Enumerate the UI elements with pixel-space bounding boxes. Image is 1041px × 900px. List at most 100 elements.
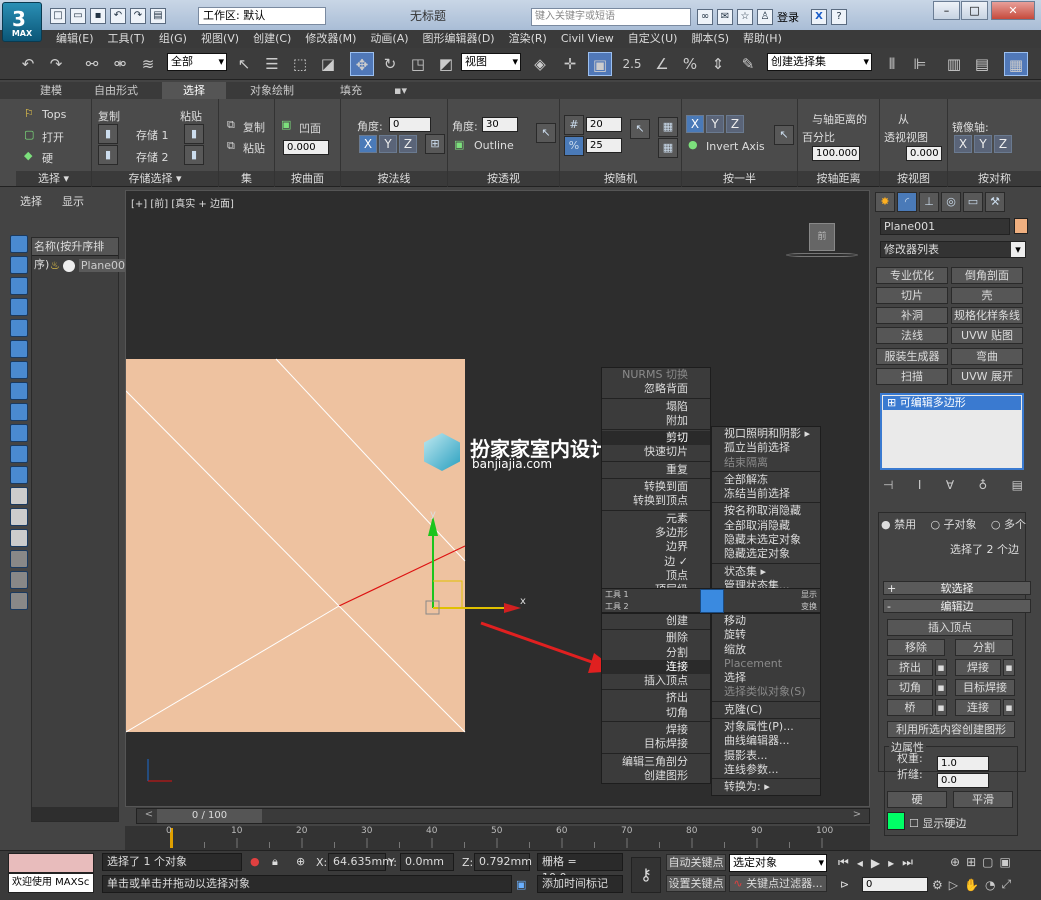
maximize-viewport-icon[interactable]: ⤢ [1001,877,1011,892]
rectangular-selection-icon[interactable]: ⬚ [288,52,312,76]
select-and-move-icon[interactable]: ✥ [350,52,374,76]
add-time-tag[interactable]: 添加时间标记 [537,875,623,893]
x-coordinate-input[interactable]: 64.635mm [328,853,393,871]
quad-item-scale[interactable]: 缩放 [712,643,820,657]
radio-subobject[interactable]: ○ 子对象 [930,516,976,532]
split-button[interactable]: 分割 [955,639,1013,656]
quad-item-move[interactable]: 移动 [712,614,820,628]
display-frozen-icon[interactable] [10,445,28,463]
display-shapes-icon[interactable] [10,256,28,274]
menu-views[interactable]: 视图(V) [201,30,239,48]
track-bar[interactable]: 0 10 20 30 40 50 60 70 80 90 100 [125,826,870,850]
tab-populate[interactable]: 填充 [330,82,372,99]
hard-button[interactable]: 硬 [887,791,947,808]
display-xrefs-icon[interactable] [10,382,28,400]
quad-item-convert-to-face[interactable]: 转换到面 [602,480,710,494]
minimize-button[interactable]: – [933,1,960,20]
normal-y-button[interactable]: Y [379,135,397,153]
time-slider[interactable]: < 0 / 100 > [136,808,870,824]
pan-icon[interactable]: ✋ [964,878,979,892]
set-key-button[interactable]: 设置关键点 [666,875,726,892]
modifier-button[interactable]: 倒角剖面 [951,267,1023,284]
select-all-icon[interactable] [10,487,28,505]
quad-item-select-similar[interactable]: 选择类似对象(S) [712,685,820,699]
quad-item-collapse[interactable]: 塌陷 [602,400,710,414]
modifier-button[interactable]: 规格化样条线 [951,307,1023,324]
menu-animation[interactable]: 动画(A) [370,30,408,48]
set-key-icon[interactable]: ⚷ [631,857,661,893]
weld-button[interactable]: 焊接 [955,659,1001,676]
quad-item-rotate[interactable]: 旋转 [712,628,820,642]
play-icon[interactable]: ▶ [871,856,880,870]
extrude-settings-icon[interactable]: ▪ [935,659,947,676]
menu-group[interactable]: 组(G) [159,30,187,48]
menu-civil-view[interactable]: Civil View [561,30,614,48]
create-shape-button[interactable]: 利用所选内容创建图形 [887,721,1015,738]
group-label[interactable]: 存储选择 ▾ [92,171,218,186]
normal-grid-icon[interactable]: ⊞ [425,134,445,154]
help-icon[interactable]: ? [831,9,847,25]
modifier-button[interactable]: 法线 [876,327,948,344]
menu-scripting[interactable]: 脚本(S) [691,30,729,48]
half-y-button[interactable]: Y [706,115,724,133]
zoom-extents-icon[interactable]: ▢ [982,855,993,869]
isolate-toggle-icon[interactable]: ● [250,855,260,868]
random-shrink-icon[interactable]: ▦ [658,138,678,158]
layer-explorer-icon[interactable]: ▥ [942,52,966,76]
scene-item[interactable]: ♨ Plane001 [50,259,135,272]
filter-icon[interactable] [10,550,28,568]
reference-coordinate-dropdown[interactable]: 视图 [461,53,521,71]
quad-item-end-isolate[interactable]: 结束隔离 [712,456,820,470]
radio-disabled[interactable]: ● 禁用 [881,516,916,532]
quad-item-unhide-by-name[interactable]: 按名称取消隐藏 [712,504,820,518]
exchange-x-icon[interactable]: X [811,9,827,25]
random-grow-icon[interactable]: ▦ [658,117,678,137]
quad-item-create[interactable]: 创建 [602,614,710,628]
selection-lock-icon[interactable]: 🔒︎ [272,855,278,869]
quad-item-connect[interactable]: 连接 [602,659,710,675]
key-mode-toggle-icon[interactable]: ⊳ [840,878,849,891]
time-config-icon[interactable]: ⚙ [932,878,943,892]
quad-item-freeze-selection[interactable]: 冻结当前选择 [712,487,820,501]
field-of-view-icon[interactable]: ▷ [949,878,958,892]
quad-item-convert-to-vertex[interactable]: 转换到顶点 [602,494,710,508]
time-tag-icon[interactable]: ▣ [516,878,526,891]
display-lights-icon[interactable] [10,277,28,295]
random-percent-icon[interactable]: % [564,136,584,156]
binoculars-icon[interactable]: ∞ [697,9,713,25]
quad-item-element[interactable]: 元素 [602,512,710,526]
quad-item-clone[interactable]: 克隆(C) [712,703,820,717]
absolute-mode-icon[interactable]: ⊕ [296,855,305,868]
search-input[interactable]: 键入关键字或短语 [531,8,691,26]
half-select-icon[interactable]: ↖ [774,125,794,145]
select-invert-icon[interactable] [10,529,28,547]
maximize-button[interactable]: □ [961,1,988,20]
save-icon[interactable]: ▪ [90,8,106,24]
visibility-icon[interactable] [62,259,75,272]
project-folder-icon[interactable]: ▤ [150,8,166,24]
create-tab-icon[interactable]: ✸ [875,192,895,212]
key-filters-button[interactable]: ∿ 关键点过滤器... [729,875,827,892]
named-selection-dropdown[interactable]: 创建选择集 [767,53,872,71]
current-frame-input[interactable]: 0 [862,877,928,892]
explorer-scrollbar[interactable] [32,807,118,821]
menu-rendering[interactable]: 渲染(R) [509,30,547,48]
connect-settings-icon[interactable]: ▪ [1003,699,1015,716]
tab-modeling[interactable]: 建模 [30,82,72,99]
make-unique-icon[interactable]: ∀ [946,478,954,492]
display-groups-icon[interactable] [10,361,28,379]
find-icon[interactable] [10,571,28,589]
percent-snap-icon[interactable]: % [678,52,702,76]
mirror-icon[interactable]: ⫴ [880,52,904,76]
name-column-header[interactable]: 名称(按升序排序) [32,238,118,271]
quad-item-repeat[interactable]: 重复 [602,463,710,477]
menu-help[interactable]: 帮助(H) [743,30,782,48]
utilities-tab-icon[interactable]: ⚒ [985,192,1005,212]
app-logo-button[interactable]: 3 MAX [2,2,42,42]
time-slider-thumb[interactable]: 0 / 100 [157,809,262,823]
go-to-end-icon[interactable]: ⏭ [902,855,913,870]
set-copy-button[interactable]: 复制 [243,119,265,135]
quad-center-icon[interactable] [700,589,724,613]
outline-button[interactable]: Outline [474,139,514,152]
orbit-icon[interactable]: ◔ [985,878,995,892]
